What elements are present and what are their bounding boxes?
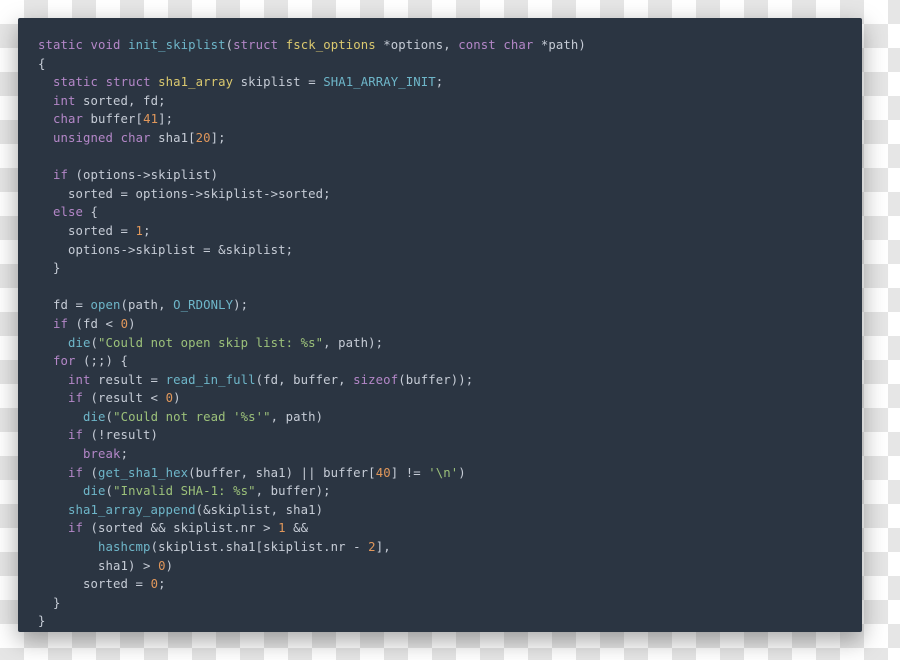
code-line: if (get_sha1_hex(buffer, sha1) || buffer…: [38, 466, 466, 480]
code-line: static void init_skiplist(struct fsck_op…: [38, 38, 586, 52]
code-block: static void init_skiplist(struct fsck_op…: [38, 36, 842, 631]
code-line: static struct sha1_array skiplist = SHA1…: [38, 75, 443, 89]
code-line: sorted = 1;: [38, 224, 151, 238]
code-line: sorted = options->skiplist->sorted;: [38, 187, 331, 201]
code-line: }: [38, 261, 61, 275]
code-line: fd = open(path, O_RDONLY);: [38, 298, 248, 312]
code-line: options->skiplist = &skiplist;: [38, 243, 293, 257]
code-line: if (fd < 0): [38, 317, 136, 331]
code-line: hashcmp(skiplist.sha1[skiplist.nr - 2],: [38, 540, 391, 554]
code-line: if (sorted && skiplist.nr > 1 &&: [38, 521, 308, 535]
code-line: die("Invalid SHA-1: %s", buffer);: [38, 484, 331, 498]
code-line: if (result < 0): [38, 391, 181, 405]
code-line: {: [38, 57, 46, 71]
code-line: char buffer[41];: [38, 112, 173, 126]
code-line: die("Could not read '%s'", path): [38, 410, 323, 424]
code-line: int sorted, fd;: [38, 94, 166, 108]
code-line: }: [38, 596, 61, 610]
code-line: unsigned char sha1[20];: [38, 131, 226, 145]
code-line: sorted = 0;: [38, 577, 166, 591]
code-line: int result = read_in_full(fd, buffer, si…: [38, 373, 473, 387]
code-line: sha1) > 0): [38, 559, 173, 573]
code-editor-panel: static void init_skiplist(struct fsck_op…: [18, 18, 862, 632]
code-line: sha1_array_append(&skiplist, sha1): [38, 503, 323, 517]
code-line: else {: [38, 205, 98, 219]
code-line: for (;;) {: [38, 354, 128, 368]
transparency-background: static void init_skiplist(struct fsck_op…: [0, 0, 900, 660]
code-line: if (options->skiplist): [38, 168, 218, 182]
code-line: if (!result): [38, 428, 158, 442]
code-line: die("Could not open skip list: %s", path…: [38, 336, 383, 350]
code-line: break;: [38, 447, 128, 461]
code-line: }: [38, 614, 46, 628]
